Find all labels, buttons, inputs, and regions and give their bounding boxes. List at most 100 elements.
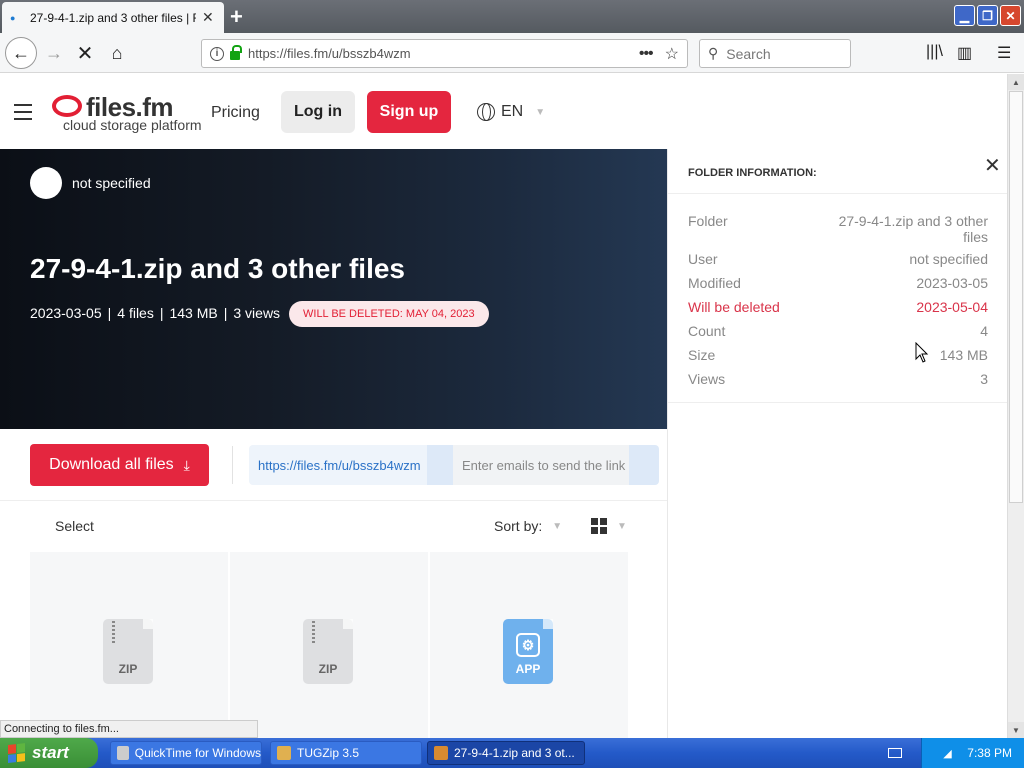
- browser-status-bar: Connecting to files.fm...: [0, 720, 258, 738]
- sort-label: Sort by:: [494, 518, 543, 534]
- address-bar[interactable]: i https://files.fm/u/bsszb4wzm ••• ☆: [201, 39, 688, 68]
- app-file-icon: ⚙ APP: [503, 619, 553, 684]
- folder-date: 2023-03-05: [30, 305, 102, 321]
- search-icon: ⚲: [708, 45, 719, 61]
- send-email-button[interactable]: [629, 445, 659, 485]
- close-tab-icon[interactable]: ✕: [202, 9, 214, 26]
- info-key: Folder: [688, 213, 728, 229]
- grid-view-icon: [591, 518, 607, 534]
- stop-button[interactable]: ✕: [71, 39, 99, 67]
- info-value: 3: [980, 371, 988, 387]
- avatar: [30, 167, 62, 199]
- info-value: 27-9-4-1.zip and 3 other files: [838, 213, 988, 245]
- browser-tab[interactable]: ● 27-9-4-1.zip and 3 other files | Files…: [2, 2, 224, 33]
- info-key: User: [688, 251, 718, 267]
- taskbar-item-quicktime[interactable]: QuickTime for Windows: [110, 741, 262, 765]
- download-all-label: Download all files: [49, 456, 174, 473]
- close-icon[interactable]: ✕: [984, 153, 1001, 178]
- lock-icon: [230, 45, 242, 60]
- divider: [668, 402, 1007, 403]
- taskbar-item-label: 27-9-4-1.zip and 3 ot...: [454, 746, 575, 760]
- keyboard-icon[interactable]: [888, 748, 902, 758]
- browser-navbar: ← → ✕ ⌂ i https://files.fm/u/bsszb4wzm •…: [0, 33, 1024, 73]
- arrow-right-icon: →: [45, 42, 63, 63]
- scroll-down-icon[interactable]: ▼: [1008, 722, 1024, 738]
- forward-button[interactable]: →: [40, 39, 68, 67]
- info-key: Modified: [688, 275, 741, 291]
- clock[interactable]: 7:38 PM: [967, 746, 1012, 760]
- globe-icon: [477, 103, 495, 121]
- minimize-button[interactable]: ▁: [954, 5, 975, 26]
- taskbar-item-tugzip[interactable]: TUGZip 3.5: [270, 741, 422, 765]
- view-mode-dropdown[interactable]: ▼: [591, 518, 627, 534]
- info-value: 2023-05-04: [916, 299, 988, 315]
- file-tile[interactable]: ZIP: [30, 552, 228, 738]
- folder-hero: not specified 27-9-4-1.zip and 3 other f…: [0, 149, 667, 429]
- folder-file-count: 4 files: [117, 305, 154, 321]
- taskbar-item-label: QuickTime for Windows: [134, 746, 261, 760]
- uploader-name: not specified: [72, 175, 151, 191]
- window-icon: [117, 746, 129, 760]
- logo-tagline: cloud storage platform: [63, 117, 202, 133]
- folder-meta: 2023-03-05 | 4 files | 143 MB | 3 views: [30, 305, 280, 321]
- system-tray: ◢ 7:38 PM: [921, 738, 1024, 768]
- scrollbar-thumb[interactable]: [1009, 91, 1023, 503]
- folder-views: 3 views: [233, 305, 281, 321]
- info-value: 4: [980, 323, 988, 339]
- copy-link-button[interactable]: [427, 445, 453, 485]
- bookmark-star-icon[interactable]: ☆: [665, 44, 679, 64]
- browser-icon: [434, 746, 448, 760]
- language-label: EN: [501, 103, 524, 120]
- page-actions-icon[interactable]: •••: [639, 45, 654, 63]
- taskbar-item-browser[interactable]: 27-9-4-1.zip and 3 ot...: [427, 741, 585, 765]
- menu-icon[interactable]: ☰: [997, 43, 1011, 63]
- back-button[interactable]: ←: [5, 37, 37, 69]
- zip-file-icon: ZIP: [103, 619, 153, 684]
- sort-dropdown[interactable]: Sort by: ▼: [494, 518, 562, 534]
- search-box[interactable]: ⚲ Search: [699, 39, 851, 68]
- meta-separator: |: [159, 305, 164, 321]
- email-input[interactable]: Enter emails to send the link: [453, 445, 629, 485]
- search-placeholder: Search: [726, 45, 771, 62]
- home-icon: ⌂: [111, 42, 123, 63]
- folder-size: 143 MB: [169, 305, 218, 321]
- network-icon[interactable]: ◢: [943, 747, 957, 760]
- download-icon: ⤓: [183, 456, 190, 473]
- chevron-down-icon: ▼: [552, 520, 563, 532]
- select-button[interactable]: Select: [55, 518, 94, 534]
- taskbar-item-label: TUGZip 3.5: [297, 746, 360, 760]
- logo-cloud-icon: [52, 95, 82, 117]
- maximize-button[interactable]: ❐: [977, 5, 998, 26]
- file-type-label: ZIP: [118, 662, 138, 676]
- signup-button[interactable]: Sign up: [367, 91, 451, 133]
- page-scrollbar[interactable]: ▲ ▼: [1007, 74, 1024, 738]
- start-button[interactable]: start: [0, 738, 98, 768]
- chevron-down-icon: ▼: [535, 106, 546, 118]
- info-key: Views: [688, 371, 726, 387]
- gear-icon: ⚙: [516, 633, 540, 657]
- file-tile[interactable]: ⚙ APP: [430, 552, 628, 738]
- folder-info-panel: FOLDER INFORMATION: ✕ Folder 27-9-4-1.zi…: [667, 149, 1007, 738]
- pricing-link[interactable]: Pricing: [211, 104, 260, 122]
- scroll-up-icon[interactable]: ▲: [1008, 74, 1024, 90]
- login-button[interactable]: Log in: [281, 91, 355, 133]
- sidebar-icon[interactable]: ▥: [957, 43, 972, 63]
- page-content: files.fm cloud storage platform Pricing …: [0, 74, 1007, 738]
- divider: [0, 500, 667, 501]
- share-link-field[interactable]: https://files.fm/u/bsszb4wzm: [249, 445, 427, 485]
- close-window-button[interactable]: ✕: [1000, 5, 1021, 26]
- info-key: Will be deleted: [688, 299, 780, 315]
- zip-file-icon: ZIP: [303, 619, 353, 684]
- home-button[interactable]: ⌂: [103, 39, 131, 67]
- url-text[interactable]: https://files.fm/u/bsszb4wzm: [248, 46, 639, 61]
- library-icon[interactable]: |||\: [926, 43, 943, 61]
- info-key: Size: [688, 347, 716, 363]
- loading-icon: ●: [10, 12, 16, 23]
- file-tile[interactable]: ZIP: [230, 552, 428, 738]
- info-icon[interactable]: i: [210, 46, 224, 61]
- tab-title: 27-9-4-1.zip and 3 other files | Files.: [30, 10, 196, 25]
- download-all-button[interactable]: Download all files ⤓: [30, 444, 209, 486]
- new-tab-button[interactable]: +: [230, 4, 243, 30]
- language-selector[interactable]: EN ▼: [477, 103, 545, 121]
- hamburger-menu-icon[interactable]: [14, 104, 32, 120]
